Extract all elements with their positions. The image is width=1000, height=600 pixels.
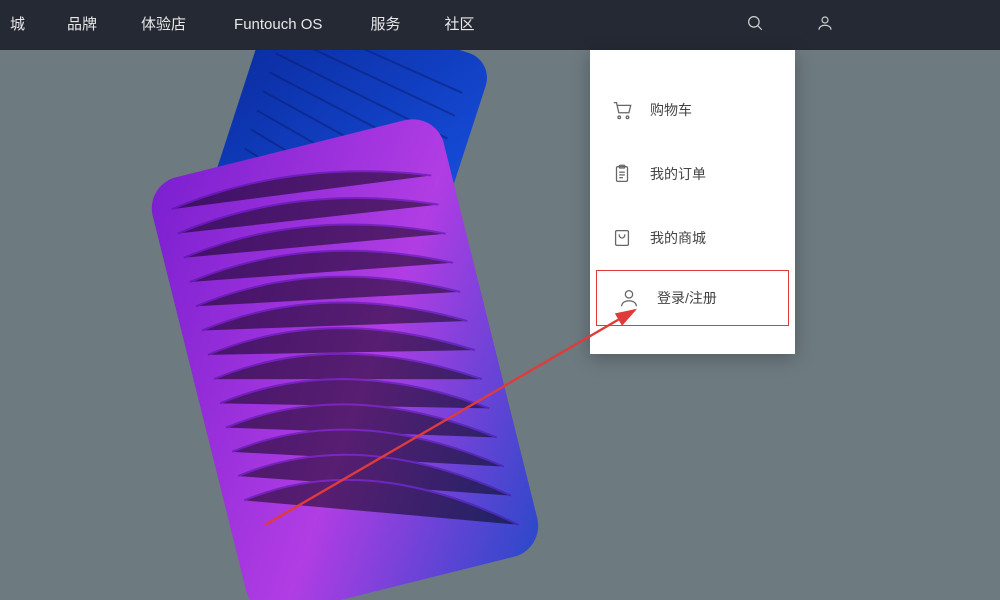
bag-icon	[610, 226, 634, 250]
clipboard-icon	[610, 162, 634, 186]
hero-graphic	[90, 50, 650, 600]
user-icon	[617, 286, 641, 310]
dropdown-label: 登录/注册	[657, 288, 717, 308]
nav-item-store[interactable]: 体验店	[119, 0, 208, 50]
user-menu-button[interactable]	[790, 0, 860, 50]
user-dropdown: 购物车 我的订单 我的商城 登录/注册	[590, 50, 795, 354]
dropdown-label: 我的商城	[650, 228, 706, 248]
search-button[interactable]	[720, 0, 790, 50]
nav-item-service[interactable]: 服务	[348, 0, 422, 50]
dropdown-item-login[interactable]: 登录/注册	[596, 270, 789, 326]
nav-item-shop-partial[interactable]: 城	[10, 0, 45, 50]
dropdown-label: 购物车	[650, 100, 692, 120]
navbar: 城 品牌 体验店 Funtouch OS 服务 社区	[0, 0, 1000, 50]
dropdown-label: 我的订单	[650, 164, 706, 184]
dropdown-item-cart[interactable]: 购物车	[590, 78, 795, 142]
dropdown-item-orders[interactable]: 我的订单	[590, 142, 795, 206]
hero-banner	[0, 50, 1000, 600]
cart-icon	[610, 98, 634, 122]
nav-item-funtouch[interactable]: Funtouch OS	[208, 0, 348, 50]
search-icon	[746, 14, 764, 36]
nav-item-brand[interactable]: 品牌	[45, 0, 119, 50]
user-icon	[816, 14, 834, 36]
dropdown-item-mall[interactable]: 我的商城	[590, 206, 795, 270]
nav-item-community[interactable]: 社区	[422, 0, 496, 50]
